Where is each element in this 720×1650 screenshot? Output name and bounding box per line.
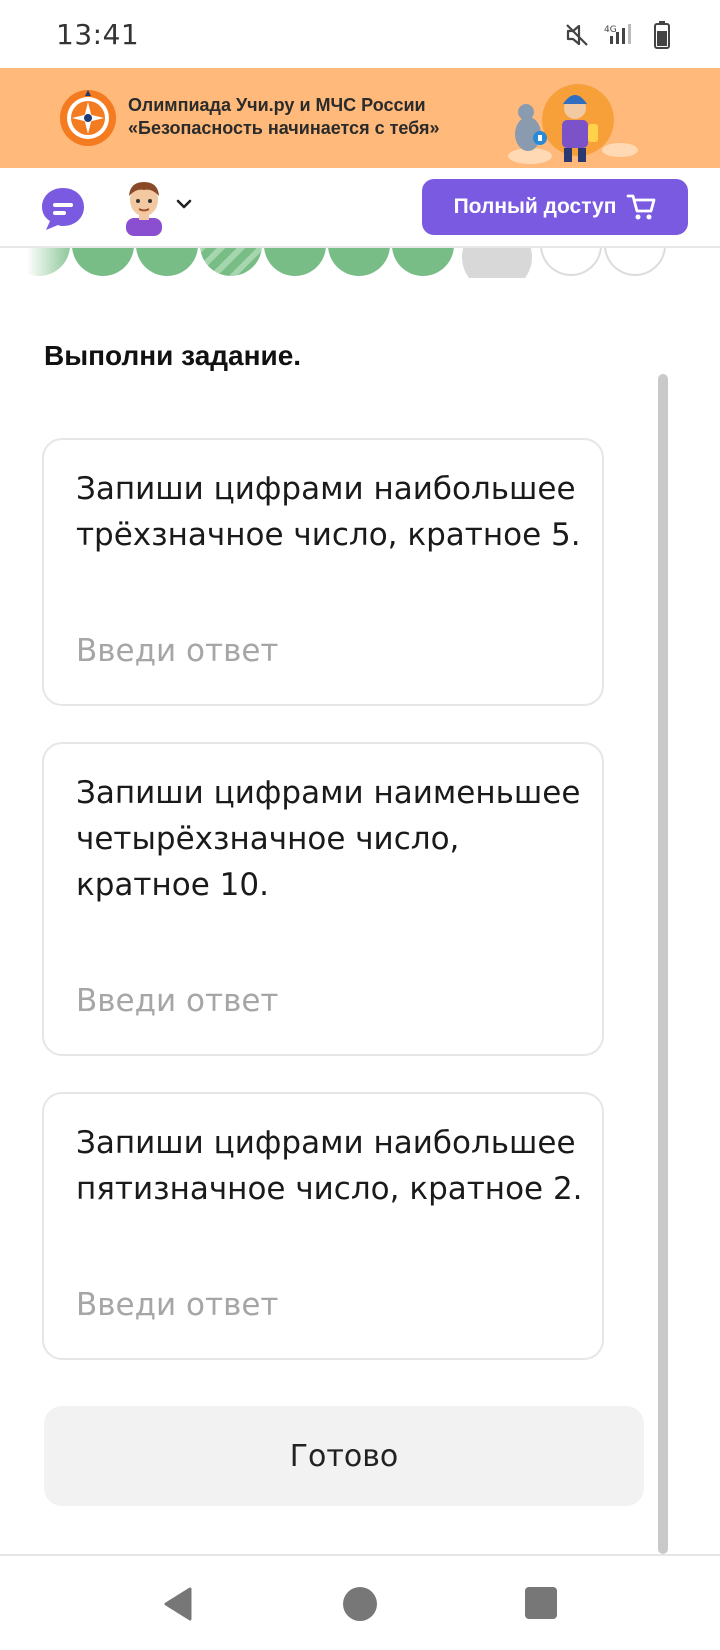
- status-icons: 4G: [564, 20, 670, 50]
- progress-dot[interactable]: [264, 248, 326, 276]
- recent-apps-icon[interactable]: [524, 1586, 558, 1620]
- progress-dot-current[interactable]: [462, 248, 532, 278]
- chat-icon[interactable]: [38, 184, 88, 234]
- question-text: Запиши цифрами наименьшее четырёхзначное…: [76, 775, 581, 903]
- status-bar: 13:41 4G: [0, 0, 720, 68]
- progress-dot[interactable]: [392, 248, 454, 276]
- page: 13:41 4G Олимпиада Учи.ру и МЧС России «…: [0, 0, 720, 1650]
- app-header: Полный доступ: [0, 168, 720, 248]
- answer-input[interactable]: [74, 976, 576, 1026]
- promo-banner[interactable]: Олимпиада Учи.ру и МЧС России «Безопасно…: [0, 68, 720, 168]
- progress-dot[interactable]: [540, 248, 602, 276]
- emergency-compass-logo-icon: [60, 90, 116, 146]
- banner-text: Олимпиада Учи.ру и МЧС России «Безопасно…: [128, 94, 440, 140]
- svg-text:4G: 4G: [604, 25, 617, 35]
- progress-dot[interactable]: [604, 248, 666, 276]
- cart-icon: [627, 194, 656, 220]
- chevron-down-icon[interactable]: [176, 196, 192, 212]
- progress-dot[interactable]: [200, 248, 262, 276]
- full-access-label: Полный доступ: [453, 195, 617, 218]
- mute-icon: [566, 24, 588, 46]
- task-instruction: Выполни задание.: [44, 340, 302, 371]
- done-button[interactable]: Готово: [44, 1406, 644, 1506]
- banner-line-1: Олимпиада Учи.ру и МЧС России: [128, 95, 426, 115]
- done-label: Готово: [289, 1438, 399, 1474]
- progress-dot[interactable]: [136, 248, 198, 276]
- scrollbar[interactable]: [658, 374, 668, 1554]
- question-card: Запиши цифрами наименьшее четырёхзначное…: [42, 742, 604, 1056]
- question-text: Запиши цифрами наибольшее трёхзначное чи…: [76, 471, 581, 553]
- progress-strip: [0, 248, 720, 278]
- battery-icon: [654, 21, 670, 49]
- system-nav-bar: [0, 1554, 720, 1650]
- avatar[interactable]: [118, 178, 170, 236]
- back-icon[interactable]: [160, 1586, 196, 1622]
- home-icon[interactable]: [342, 1586, 378, 1622]
- banner-line-2: «Безопасность начинается с тебя»: [128, 118, 440, 138]
- answer-input[interactable]: [74, 626, 576, 676]
- progress-dot[interactable]: [8, 248, 70, 276]
- question-card: Запиши цифрами наибольшее трёхзначное чи…: [42, 438, 604, 706]
- full-access-button[interactable]: Полный доступ: [422, 179, 688, 235]
- answer-input[interactable]: [74, 1280, 576, 1330]
- question-card: Запиши цифрами наибольшее пятизначное чи…: [42, 1092, 604, 1360]
- banner-illustration: [508, 84, 638, 164]
- question-text: Запиши цифрами наибольшее пятизначное чи…: [76, 1125, 583, 1207]
- signal-4g-icon: 4G: [604, 24, 631, 44]
- progress-dot[interactable]: [72, 248, 134, 276]
- progress-dot[interactable]: [328, 248, 390, 276]
- status-time: 13:41: [56, 18, 140, 51]
